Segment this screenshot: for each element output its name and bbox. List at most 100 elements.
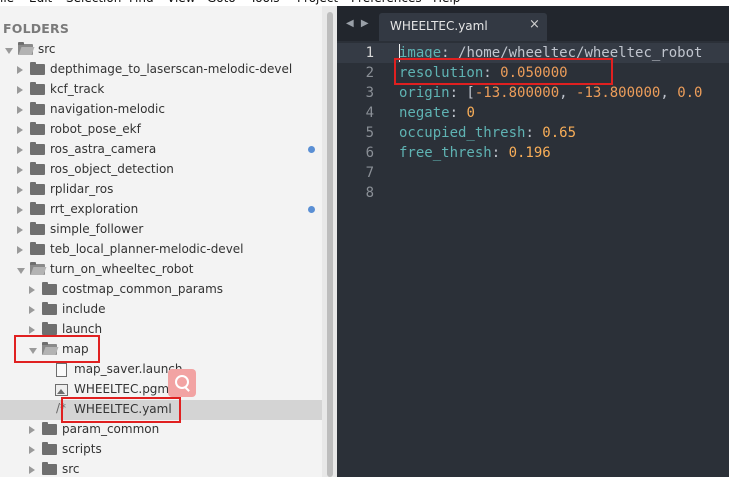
tree-item-depthimage-to-laserscan-melodic-devel[interactable]: depthimage_to_laserscan-melodic-devel: [0, 60, 322, 80]
chevron-right-icon[interactable]: [17, 146, 23, 154]
yaml-value: 0: [466, 105, 475, 121]
code-line[interactable]: occupied_thresh: 0.65: [399, 123, 576, 143]
yaml-value: -13.800000: [576, 85, 661, 101]
tree-item-label: param_common: [62, 422, 160, 436]
yaml-punctuation: :: [449, 105, 467, 121]
tree-item-label: kcf_track: [50, 82, 105, 96]
chevron-right-icon[interactable]: [17, 166, 23, 174]
chevron-right-icon[interactable]: [29, 446, 35, 454]
tree-item-label: depthimage_to_laserscan-melodic-devel: [50, 62, 293, 76]
chevron-right-icon[interactable]: [29, 326, 35, 334]
yaml-value: 0.0: [677, 85, 703, 101]
folder-icon: [42, 322, 57, 335]
tree-item-label: rplidar_ros: [50, 182, 114, 196]
tree-item-navigation-melodic[interactable]: navigation-melodic: [0, 100, 322, 120]
tab-bar: ◀ ▶ WHEELTEC.yaml ×: [337, 6, 729, 41]
yaml-value: 0.196: [508, 145, 551, 161]
code-editor[interactable]: 12345678 image: /home/wheeltec/wheeltec_…: [337, 41, 729, 477]
tree-item-ros-astra-camera[interactable]: ros_astra_camera: [0, 140, 322, 160]
menu-item-goto[interactable]: Goto: [207, 0, 236, 5]
tree-item-costmap-common-params[interactable]: costmap_common_params: [0, 280, 322, 300]
tree-item-include[interactable]: include: [0, 300, 322, 320]
chevron-right-icon[interactable]: [17, 126, 23, 134]
tree-item-label: robot_pose_ekf: [50, 122, 141, 136]
yaml-punctuation: : [: [449, 85, 475, 101]
tree-item-simple-follower[interactable]: simple_follower: [0, 220, 322, 240]
tree-item-label: teb_local_planner-melodic-devel: [50, 242, 244, 256]
line-number: 7: [365, 165, 374, 181]
menu-item-project[interactable]: Project: [297, 0, 338, 5]
tree-item-label: ros_astra_camera: [50, 142, 157, 156]
chevron-right-icon[interactable]: [17, 186, 23, 194]
tree-item-label: include: [62, 302, 106, 316]
folder-icon: [30, 182, 45, 195]
yaml-value: 0.65: [542, 125, 577, 141]
chevron-right-icon[interactable]: [17, 86, 23, 94]
tree-item-label: costmap_common_params: [62, 282, 224, 296]
chevron-right-icon[interactable]: [17, 206, 23, 214]
yaml-key: origin: [399, 85, 450, 101]
sidebar-scrollbar[interactable]: [322, 6, 337, 477]
tree-item-kcf-track[interactable]: kcf_track: [0, 80, 322, 100]
line-number: 6: [365, 145, 374, 161]
folder-open-icon: [30, 262, 45, 275]
tree-item-src[interactable]: src: [0, 460, 322, 477]
code-line[interactable]: origin: [-13.800000, -13.800000, 0.0: [399, 83, 702, 103]
folder-icon: [30, 82, 45, 95]
tree-item-ros-object-detection[interactable]: ros_object_detection: [0, 160, 322, 180]
folder-icon: [30, 242, 45, 255]
chevron-down-icon[interactable]: [5, 48, 13, 54]
tree-item-rrt-exploration[interactable]: rrt_exploration: [0, 200, 322, 220]
close-icon[interactable]: ×: [529, 17, 540, 32]
highlight-box-yaml-file: [61, 397, 181, 423]
chevron-right-icon[interactable]: [17, 66, 23, 74]
chevron-right-icon[interactable]: [29, 426, 35, 434]
tree-item-map-saver-launch[interactable]: map_saver.launch: [0, 360, 322, 380]
yaml-punctuation: :: [525, 125, 543, 141]
folder-icon: [30, 102, 45, 115]
code-line[interactable]: negate: 0: [399, 103, 475, 123]
tree-item-label: map_saver.launch: [74, 362, 183, 376]
chevron-right-icon[interactable]: [17, 226, 23, 234]
menu-item-selection[interactable]: Selection: [66, 0, 121, 5]
yaml-key: free_thresh: [399, 145, 492, 161]
chevron-right-icon[interactable]: [29, 466, 35, 474]
folder-icon: [30, 122, 45, 135]
search-overlay-button[interactable]: [168, 369, 196, 397]
tree-item-label: ros_object_detection: [50, 162, 174, 176]
menu-item-help[interactable]: Help: [433, 0, 460, 5]
tree-item-label: simple_follower: [50, 222, 144, 236]
tab-wheeltec-yaml[interactable]: WHEELTEC.yaml ×: [379, 13, 547, 41]
tree-item-rplidar-ros[interactable]: rplidar_ros: [0, 180, 322, 200]
line-number: 4: [365, 105, 374, 121]
chevron-right-icon[interactable]: [17, 106, 23, 114]
menu-item-tools[interactable]: Tools: [250, 0, 280, 5]
tree-item-label: navigation-melodic: [50, 102, 165, 116]
menu-item-ile[interactable]: ile: [0, 0, 14, 5]
tree-item-scripts[interactable]: scripts: [0, 440, 322, 460]
folder-open-icon: [18, 42, 33, 55]
tree-item-label: src: [38, 42, 56, 56]
code-line[interactable]: free_thresh: 0.196: [399, 143, 551, 163]
folder-icon: [30, 162, 45, 175]
menu-item-find[interactable]: Find: [129, 0, 154, 5]
tree-item-teb-local-planner-melodic-devel[interactable]: teb_local_planner-melodic-devel: [0, 240, 322, 260]
folder-icon: [30, 222, 45, 235]
tree-item-src[interactable]: src: [0, 40, 322, 60]
chevron-right-icon[interactable]: [29, 306, 35, 314]
chevron-down-icon[interactable]: [17, 268, 25, 274]
tree-item-label: WHEELTEC.pgm: [74, 382, 170, 396]
chevron-right-icon[interactable]: [17, 246, 23, 254]
tree-item-label: scripts: [62, 442, 102, 456]
tree-item-turn-on-wheeltec-robot[interactable]: turn_on_wheeltec_robot: [0, 260, 322, 280]
image-file-icon: [55, 384, 68, 396]
menu-item-edit[interactable]: Edit: [29, 0, 52, 5]
line-number: 5: [365, 125, 374, 141]
tab-nav-arrows-icon[interactable]: ◀ ▶: [346, 18, 371, 29]
tree-item-robot-pose-ekf[interactable]: robot_pose_ekf: [0, 120, 322, 140]
menu-item-view[interactable]: View: [167, 0, 195, 5]
tree-item-param-common[interactable]: param_common: [0, 420, 322, 440]
menu-item-preferences[interactable]: Preferences: [351, 0, 422, 5]
scrollbar-thumb[interactable]: [327, 12, 333, 477]
chevron-right-icon[interactable]: [29, 286, 35, 294]
